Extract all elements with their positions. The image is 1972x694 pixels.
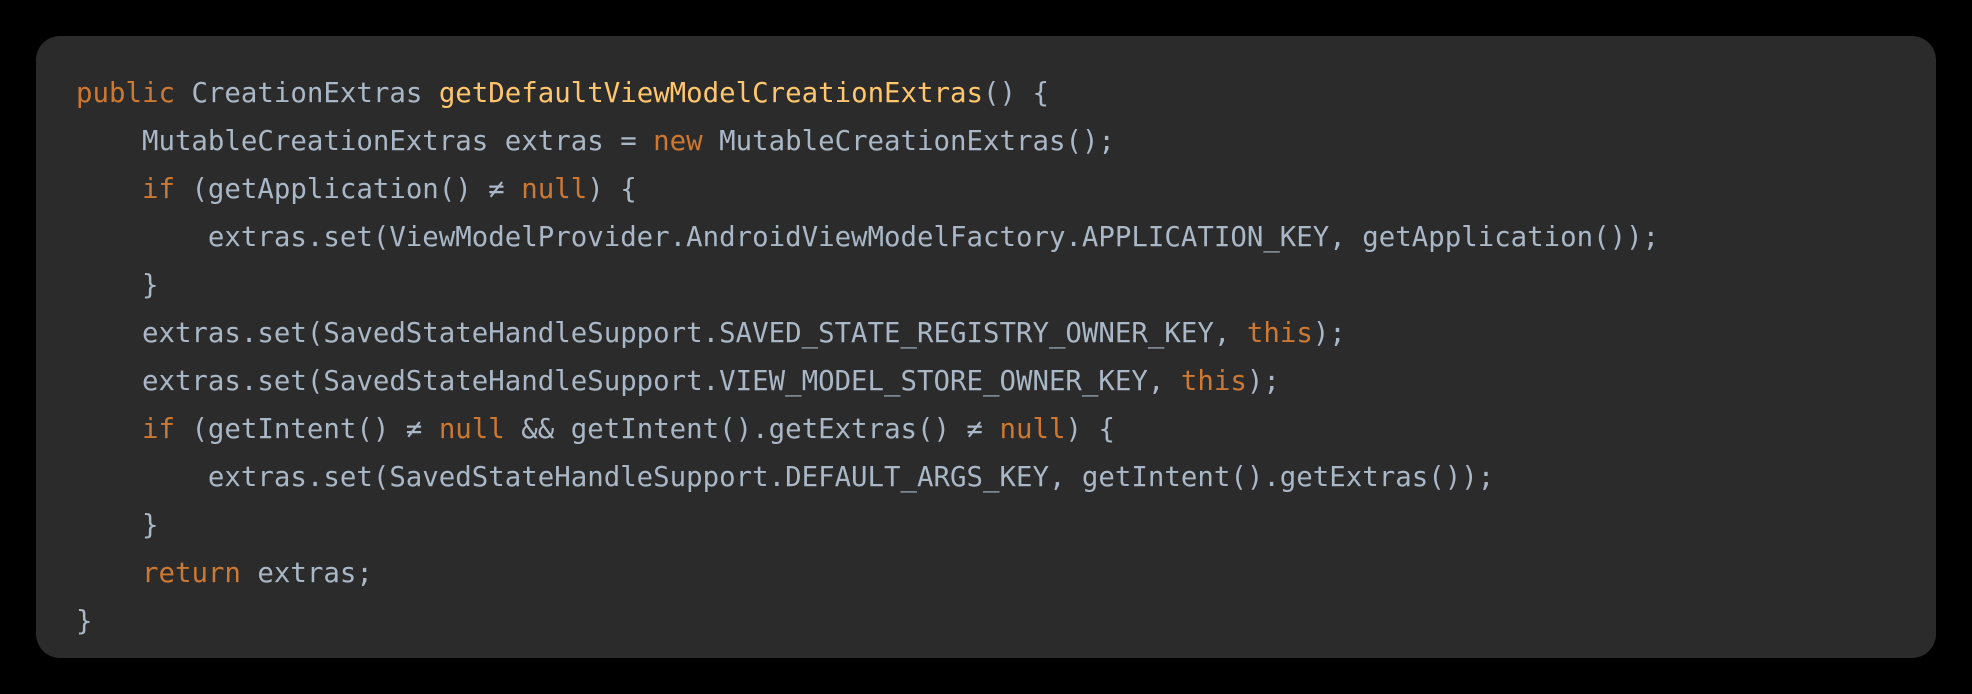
- code-token: }: [76, 606, 93, 637]
- code-token: ) {: [587, 174, 637, 205]
- code-token: getDefaultViewModelCreationExtras: [438, 78, 984, 109]
- code-line: }: [76, 502, 1659, 550]
- code-token: MutableCreationExtras extras =: [76, 126, 654, 157]
- code-token: (getApplication() ≠: [174, 174, 522, 205]
- code-token: this: [1246, 318, 1313, 349]
- code-line: extras.set(SavedStateHandleSupport.SAVED…: [76, 310, 1659, 358]
- code-token: () {: [983, 78, 1049, 109]
- code-token: null: [438, 414, 505, 445]
- code-line: if (getIntent() ≠ null && getIntent().ge…: [76, 406, 1659, 454]
- code-token: null: [521, 174, 588, 205]
- code-token: if: [141, 174, 175, 205]
- code-token: }: [76, 270, 159, 301]
- code-snippet-card: public CreationExtras getDefaultViewMode…: [36, 36, 1936, 658]
- code-token: (getIntent() ≠: [174, 414, 439, 445]
- code-line: extras.set(SavedStateHandleSupport.VIEW_…: [76, 358, 1659, 406]
- code-token: extras;: [240, 558, 373, 589]
- code-token: null: [999, 414, 1066, 445]
- code-token: return: [141, 558, 241, 589]
- code-token: if: [141, 414, 175, 445]
- code-line: return extras;: [76, 550, 1659, 598]
- code-token: extras.set(SavedStateHandleSupport.VIEW_…: [76, 366, 1181, 397]
- code-token: MutableCreationExtras();: [702, 126, 1115, 157]
- code-token: }: [76, 510, 159, 541]
- code-token: new: [653, 126, 703, 157]
- code-token: public: [76, 78, 175, 109]
- code-token: );: [1246, 366, 1280, 397]
- code-line: extras.set(SavedStateHandleSupport.DEFAU…: [76, 454, 1659, 502]
- code-token: && getIntent().getExtras() ≠: [504, 414, 1000, 445]
- code-token: extras.set(SavedStateHandleSupport.DEFAU…: [76, 462, 1495, 493]
- code-line: }: [76, 598, 1659, 646]
- code-line: if (getApplication() ≠ null) {: [76, 166, 1659, 214]
- code-token: extras.set(SavedStateHandleSupport.SAVED…: [76, 318, 1247, 349]
- code-token: ) {: [1065, 414, 1115, 445]
- code-token: extras.set(ViewModelProvider.AndroidView…: [76, 222, 1660, 253]
- code-line: MutableCreationExtras extras = new Mutab…: [76, 118, 1659, 166]
- code-token: this: [1180, 366, 1247, 397]
- code-token: );: [1312, 318, 1346, 349]
- code-line: extras.set(ViewModelProvider.AndroidView…: [76, 214, 1659, 262]
- code-token: CreationExtras: [174, 78, 439, 109]
- code-line: public CreationExtras getDefaultViewMode…: [76, 70, 1659, 118]
- code-block: public CreationExtras getDefaultViewMode…: [76, 70, 1659, 646]
- code-line: }: [76, 262, 1659, 310]
